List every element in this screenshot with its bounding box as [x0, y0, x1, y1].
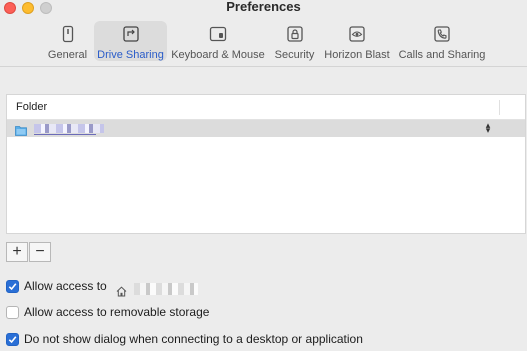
tab-label: Security: [274, 49, 315, 61]
tab-label: Drive Sharing: [97, 49, 164, 61]
lock-icon: [286, 25, 304, 43]
phone-device-icon: [59, 25, 77, 43]
table-row[interactable]: ▴ ▾: [7, 120, 525, 137]
folder-share-icon: [122, 25, 140, 43]
tab-drive-sharing[interactable]: Drive Sharing: [94, 21, 167, 61]
tab-horizon-blast[interactable]: Horizon Blast: [323, 21, 391, 61]
add-folder-button[interactable]: +: [6, 242, 28, 262]
tab-label: General: [47, 49, 88, 61]
table-header: Folder: [7, 95, 525, 120]
redacted-home-path: [133, 283, 198, 295]
preferences-toolbar: General Drive Sharing Keyboard & Mouse S…: [0, 18, 527, 62]
title-bar: Preferences: [0, 0, 527, 16]
removable-storage-option: Allow access to removable storage: [6, 304, 209, 320]
keyboard-mouse-icon: [209, 25, 227, 43]
toolbar-divider: [0, 66, 527, 67]
allow-access-label: Allow access to: [24, 279, 107, 293]
tab-label: Calls and Sharing: [398, 49, 486, 61]
folder-icon: [15, 123, 27, 136]
home-icon: [116, 284, 127, 296]
tab-label: Horizon Blast: [324, 49, 390, 61]
add-remove-buttons: + −: [6, 242, 51, 262]
tab-security[interactable]: Security: [271, 21, 318, 61]
no-dialog-label: Do not show dialog when connecting to a …: [24, 332, 363, 346]
chevron-up-down-icon[interactable]: ▴ ▾: [484, 121, 492, 135]
window-title: Preferences: [226, 0, 301, 14]
allow-access-checkbox[interactable]: [6, 279, 19, 293]
removable-storage-label: Allow access to removable storage: [24, 305, 210, 319]
cloud-eye-icon: [348, 25, 366, 43]
tab-general[interactable]: General: [44, 21, 91, 61]
allow-access-option: Allow access to: [6, 278, 198, 296]
no-dialog-checkbox[interactable]: [6, 332, 19, 346]
removable-storage-checkbox[interactable]: [6, 305, 19, 319]
folder-table[interactable]: Folder ▴ ▾: [6, 94, 526, 234]
column-header-folder[interactable]: Folder: [16, 101, 47, 113]
remove-folder-button[interactable]: −: [29, 242, 51, 262]
column-separator: [499, 100, 500, 115]
tab-label: Keyboard & Mouse: [171, 49, 265, 61]
tab-keyboard-mouse[interactable]: Keyboard & Mouse: [170, 21, 266, 61]
phone-call-icon: [433, 25, 451, 43]
no-dialog-option: Do not show dialog when connecting to a …: [6, 331, 363, 347]
redacted-folder-name: [34, 124, 104, 135]
tab-calls-and-sharing[interactable]: Calls and Sharing: [398, 21, 486, 61]
